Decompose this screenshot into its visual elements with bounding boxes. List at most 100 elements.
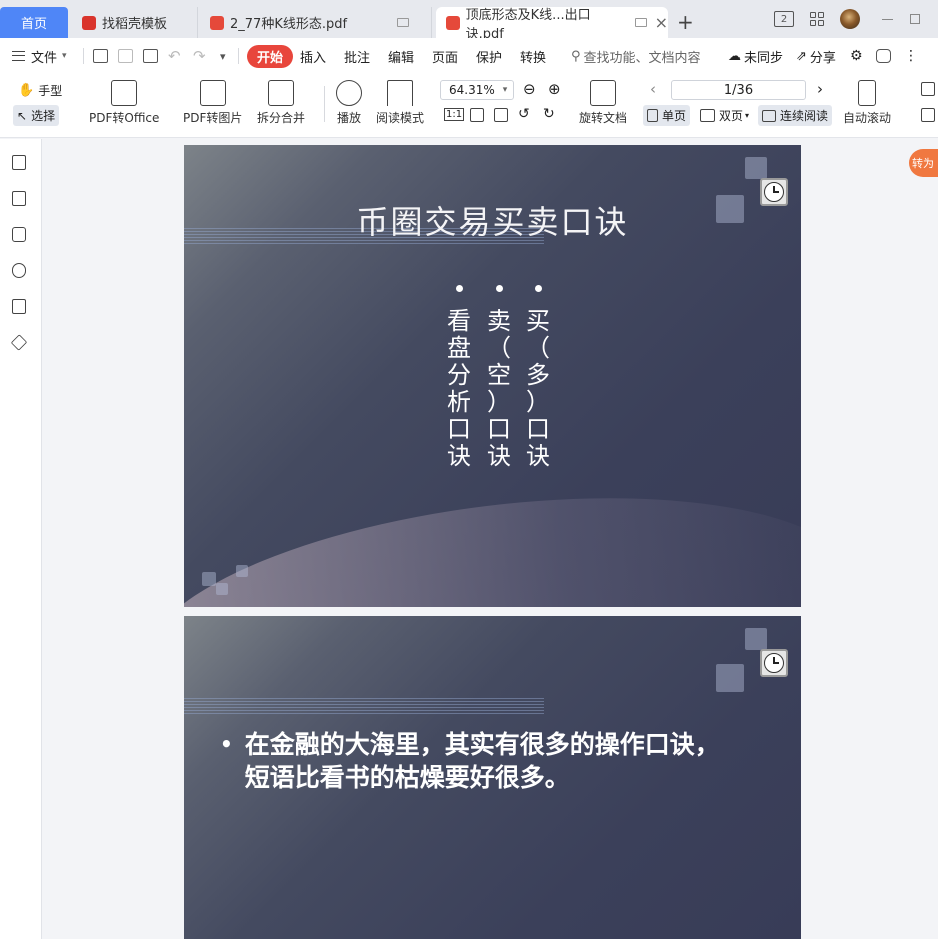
extra-tool-icon[interactable]: [921, 108, 935, 122]
tab-active-pdf[interactable]: 顶底形态及K线...出口诀.pdf ×: [436, 7, 668, 42]
print-icon[interactable]: [143, 38, 158, 74]
auto-scroll-icon: [858, 80, 876, 106]
redo-icon[interactable]: ↷: [193, 38, 206, 74]
search-placeholder: 查找功能、文档内容: [583, 50, 701, 66]
split-merge-button[interactable]: 拆分合并: [257, 80, 305, 126]
play-button[interactable]: 播放: [336, 80, 362, 126]
page-number-input[interactable]: 1/36: [671, 80, 806, 100]
zoom-out-icon[interactable]: ⊖: [523, 80, 536, 98]
undo-icon[interactable]: ↶: [168, 38, 181, 74]
menu-insert[interactable]: 插入: [300, 38, 326, 74]
layout-badge: 2: [774, 11, 794, 27]
clock-icon: [760, 649, 788, 677]
convert-badge[interactable]: 转为: [909, 149, 938, 177]
double-page-label: 双页: [719, 109, 744, 123]
decor-square: [216, 583, 228, 595]
zoom-in-icon[interactable]: ⊕: [548, 80, 561, 98]
layers-icon[interactable]: [10, 334, 28, 351]
chevron-down-icon: ▾: [745, 111, 750, 120]
next-page-icon[interactable]: ›: [817, 80, 823, 98]
screen-icon[interactable]: [397, 18, 410, 27]
cloud-icon: ☁: [728, 48, 741, 64]
zoom-value: 64.31%: [449, 83, 495, 97]
open-icon[interactable]: [93, 38, 108, 74]
zoom-select[interactable]: 64.31% ▾: [440, 80, 514, 100]
fit-page-icon[interactable]: [470, 108, 484, 122]
hand-icon: ✋: [18, 83, 35, 98]
select-label: 选择: [31, 109, 56, 123]
bookmark-icon[interactable]: [12, 155, 26, 170]
double-page-icon: [700, 109, 715, 122]
pdf-to-image-label: PDF转图片: [183, 111, 243, 125]
hand-tool[interactable]: ✋ 手型: [18, 82, 62, 99]
apps-grid-icon[interactable]: [810, 9, 824, 29]
slide-body-text: • 在金融的大海里，其实有很多的操作口诀，短语比看书的枯燥要好很多。: [220, 728, 740, 794]
file-label: 文件: [31, 50, 58, 66]
rotate-right-icon[interactable]: ↻: [543, 106, 555, 122]
attachment-icon[interactable]: [12, 263, 26, 278]
tab-home[interactable]: 首页: [0, 7, 68, 38]
menu-protect[interactable]: 保护: [476, 38, 502, 74]
menu-page[interactable]: 页面: [432, 38, 458, 74]
sync-button[interactable]: ☁ 未同步: [728, 38, 783, 74]
list-item: 看盘 分析 口诀: [445, 285, 473, 470]
tab-label: 找稻壳模板: [102, 17, 168, 32]
layout-icon[interactable]: 2: [774, 9, 794, 29]
hand-label: 手型: [38, 84, 63, 98]
pdf-to-office-button[interactable]: PDF转Office: [89, 80, 159, 126]
fit-width-icon[interactable]: [494, 108, 508, 122]
list-item: 买（ 多） 口诀: [524, 285, 552, 470]
rotate-left-icon[interactable]: ↺: [518, 106, 530, 122]
signature-icon[interactable]: [12, 299, 26, 314]
book-icon: [387, 80, 413, 106]
minimize-icon[interactable]: [882, 9, 893, 29]
search-box[interactable]: ⚲ 查找功能、文档内容: [571, 38, 701, 74]
file-menu[interactable]: 文件 ▾: [12, 38, 67, 74]
close-icon[interactable]: ×: [655, 13, 668, 32]
tab-kline-pdf[interactable]: 2_77种K线形态.pdf: [200, 7, 432, 38]
avatar[interactable]: [840, 9, 860, 29]
actual-size-icon[interactable]: 1:1: [444, 108, 465, 121]
play-label: 播放: [336, 111, 361, 125]
feedback-icon[interactable]: [876, 38, 891, 74]
auto-scroll-button[interactable]: 自动滚动: [843, 80, 891, 126]
decor-square: [745, 157, 767, 179]
single-page-button[interactable]: 单页: [643, 105, 691, 126]
quick-access-dropdown-icon[interactable]: ▾: [220, 38, 226, 74]
menu-edit[interactable]: 编辑: [388, 38, 414, 74]
docer-icon: [82, 15, 96, 30]
select-tool[interactable]: ↖ 选择: [13, 105, 60, 126]
continuous-read-button[interactable]: 连续阅读: [758, 105, 833, 126]
extra-tool-icon[interactable]: [921, 82, 935, 96]
pdf-to-image-button[interactable]: PDF转图片: [183, 80, 242, 126]
continuous-label: 连续阅读: [780, 109, 829, 123]
comment-icon[interactable]: [12, 227, 26, 242]
image-icon: [199, 80, 226, 106]
thumbnail-icon[interactable]: [12, 191, 26, 206]
read-mode-button[interactable]: 阅读模式: [376, 80, 424, 126]
tab-label: 顶底形态及K线...出口诀.pdf: [465, 7, 591, 42]
menu-comment[interactable]: 批注: [344, 38, 370, 74]
new-tab-button[interactable]: +: [677, 10, 694, 34]
split-merge-label: 拆分合并: [257, 111, 306, 125]
prev-page-icon[interactable]: ‹: [650, 80, 656, 98]
single-page-icon: [647, 109, 658, 122]
gear-icon[interactable]: ⚙: [850, 38, 863, 74]
save-icon[interactable]: [118, 38, 133, 74]
rotate-document-button[interactable]: 旋转文档: [579, 80, 627, 126]
play-icon: [336, 80, 362, 106]
cursor-icon: ↖: [17, 108, 28, 123]
pdf-icon: [446, 15, 460, 30]
maximize-icon[interactable]: [910, 9, 920, 29]
double-page-button[interactable]: 双页 ▾: [700, 107, 749, 124]
continuous-icon: [762, 109, 776, 122]
share-button[interactable]: ⇗ 分享: [796, 38, 836, 74]
tab-label: 2_77种K线形态.pdf: [230, 17, 348, 32]
menu-start[interactable]: 开始: [247, 38, 294, 74]
decor-square: [716, 664, 744, 692]
screen-icon[interactable]: [634, 18, 647, 27]
tab-template[interactable]: 找稻壳模板: [72, 7, 198, 38]
more-icon[interactable]: ⋮: [904, 38, 918, 74]
single-page-label: 单页: [662, 109, 687, 123]
menu-convert[interactable]: 转换: [520, 38, 546, 74]
